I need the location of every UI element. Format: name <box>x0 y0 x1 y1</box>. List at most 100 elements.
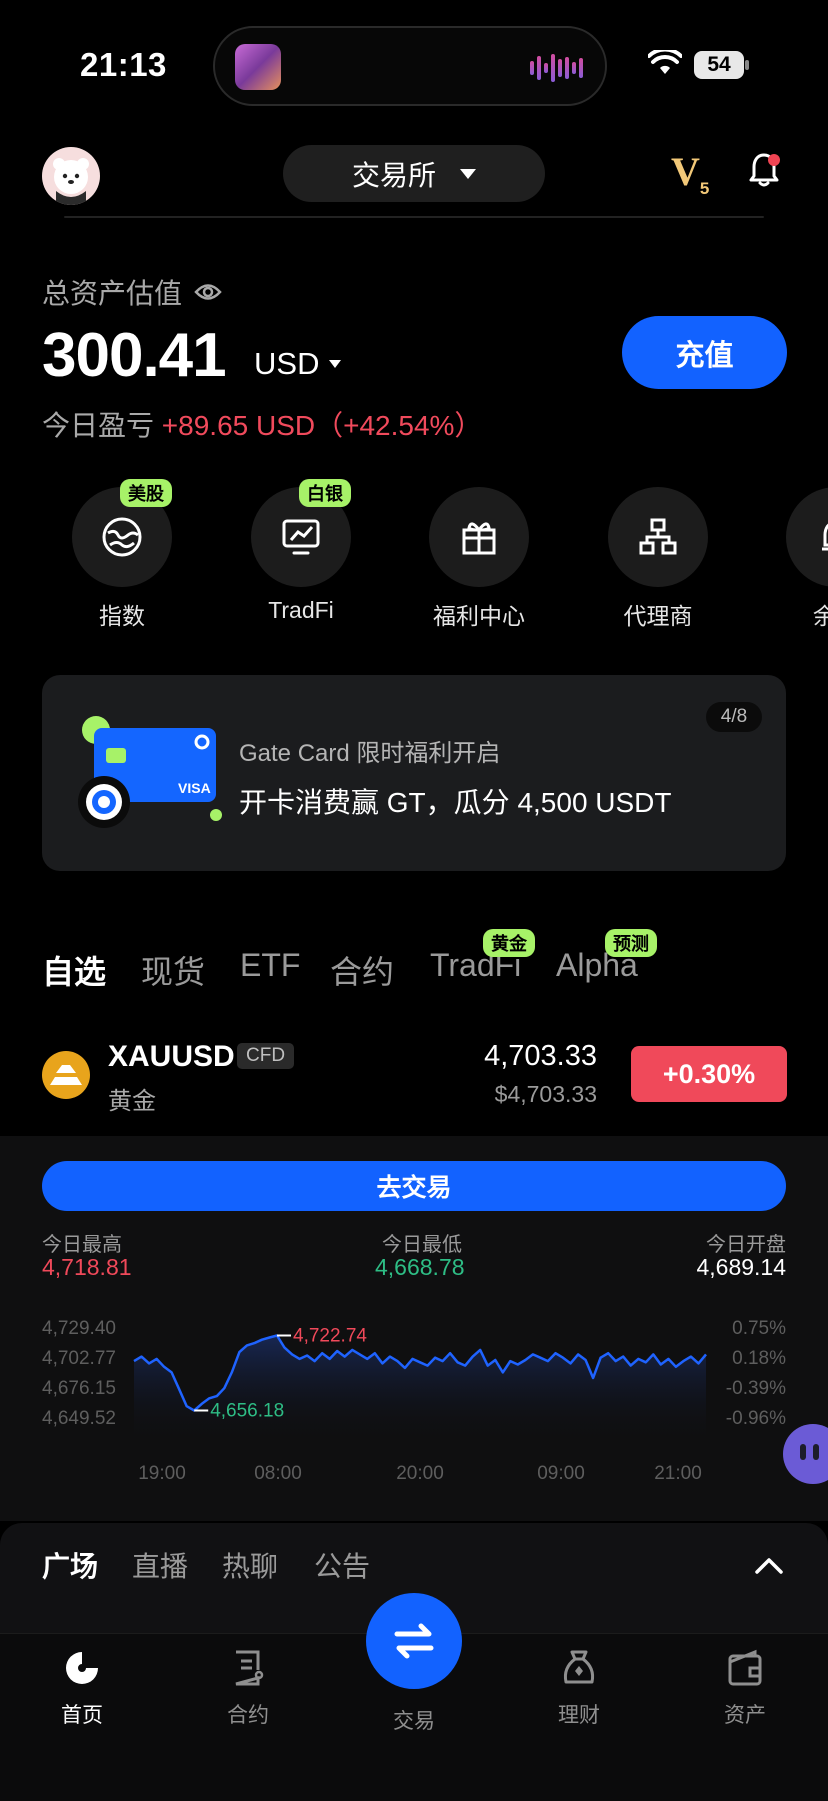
asset-symbol[interactable]: XAUUSD <box>108 1040 235 1074</box>
quick-entry-label: 福利中心 <box>433 603 525 629</box>
y-tick-label: 4,676.15 <box>42 1378 116 1399</box>
wallet-icon <box>728 1649 762 1686</box>
caret-down-icon <box>460 168 476 179</box>
quick-entry-index[interactable]: 美股 指数 <box>72 479 172 631</box>
quick-entry-tag: 美股 <box>120 479 172 507</box>
banner-title: 开卡消费赢 GT，瓜分 4,500 USDT <box>239 787 672 818</box>
asset-price: 4,703.33 <box>484 1040 597 1072</box>
low-value: 4,668.78 <box>375 1254 465 1280</box>
y-tick-label-pct: -0.39% <box>726 1378 786 1399</box>
y-tick-label-pct: 0.75% <box>732 1318 786 1339</box>
nav-home[interactable]: 首页 <box>27 1648 137 1729</box>
pnl-label: 今日盈亏 <box>42 410 155 441</box>
cfd-badge: CFD <box>237 1043 295 1069</box>
y-tick-label: 4,702.77 <box>42 1348 116 1369</box>
nav-contract[interactable]: 合约 <box>193 1648 303 1729</box>
quick-entry-rewards[interactable]: 福利中心 <box>429 487 529 631</box>
price-chart[interactable]: 4,729.40 4,702.77 4,676.15 4,649.52 0.75% 0.… <box>30 1310 800 1490</box>
tab-futures[interactable]: 合约 <box>330 947 394 993</box>
total-assets-value: 300.41 <box>42 321 227 390</box>
gift-icon <box>462 522 496 555</box>
total-assets-text: 总资产估值 <box>42 278 183 309</box>
avatar[interactable] <box>42 147 100 205</box>
chevron-up-icon[interactable] <box>754 1557 784 1575</box>
y-tick-label-pct: -0.96% <box>726 1408 786 1429</box>
high-value: 4,718.81 <box>42 1254 132 1280</box>
quick-entry-tradfi[interactable]: 白银 TradFi <box>251 479 351 624</box>
quick-entry-label: 指数 <box>99 603 145 629</box>
asset-price-usd: $4,703.33 <box>494 1081 597 1107</box>
globe-icon <box>102 517 142 557</box>
quick-entry-label: TradFi <box>268 597 334 623</box>
home-icon <box>66 1652 98 1684</box>
gate-card-illustration: VISA <box>78 716 222 828</box>
dynamic-island[interactable] <box>213 26 607 106</box>
exchange-switcher[interactable]: 交易所 <box>283 145 545 202</box>
bell-icon <box>822 523 828 551</box>
header-divider <box>64 216 764 218</box>
audio-wave-icon <box>530 54 583 82</box>
contract-icon <box>235 1650 264 1686</box>
nav-finance[interactable]: 理财 <box>524 1648 634 1729</box>
org-chart-icon <box>639 518 677 555</box>
tab-tag: 黄金 <box>483 929 535 957</box>
tab-live[interactable]: 直播 <box>132 1545 188 1585</box>
nav-label: 资产 <box>724 1704 766 1727</box>
tab-etf[interactable]: ETF <box>240 947 300 984</box>
vip-badge[interactable]: V5 <box>671 148 709 199</box>
battery-tip <box>745 60 749 70</box>
battery-indicator: 54 <box>694 51 744 79</box>
nav-label: 合约 <box>227 1704 269 1727</box>
vip-level: V <box>671 149 700 194</box>
quick-entry-label: 代理商 <box>623 603 693 629</box>
x-tick-label: 19:00 <box>138 1463 186 1484</box>
go-trade-button[interactable]: 去交易 <box>42 1161 786 1211</box>
tab-tag: 预测 <box>605 929 657 957</box>
nav-label: 交易 <box>393 1710 435 1733</box>
tab-hot-chat[interactable]: 热聊 <box>222 1545 278 1585</box>
tab-favorites[interactable]: 自选 <box>42 947 106 993</box>
high-label: 今日最高 <box>42 1234 122 1256</box>
eye-icon[interactable] <box>194 282 222 302</box>
chart-monitor-icon <box>282 519 320 555</box>
swap-icon <box>394 1623 434 1659</box>
low-label: 今日最低 <box>382 1234 462 1256</box>
x-tick-label: 20:00 <box>396 1463 444 1484</box>
y-tick-label: 4,729.40 <box>42 1318 116 1339</box>
tab-announcements[interactable]: 公告 <box>314 1545 370 1585</box>
chat-bubble-button[interactable] <box>783 1424 828 1484</box>
nav-assets[interactable]: 资产 <box>690 1648 800 1729</box>
open-label: 今日开盘 <box>706 1234 786 1256</box>
now-playing-artwork <box>235 44 281 90</box>
change-badge[interactable]: +0.30% <box>631 1046 787 1102</box>
quick-entry-more[interactable]: 余币 <box>786 487 828 631</box>
tab-square[interactable]: 广场 <box>42 1545 98 1585</box>
caret-down-icon <box>329 360 342 368</box>
asset-name: 黄金 <box>108 1088 156 1115</box>
max-price-label: 4,722.74 <box>293 1326 367 1347</box>
open-value: 4,689.14 <box>696 1254 786 1280</box>
tab-spot[interactable]: 现货 <box>141 947 205 993</box>
chart-area <box>134 1335 706 1445</box>
pnl-value: +89.65 USD（+42.54%） <box>161 410 483 441</box>
banner-subtitle: Gate Card 限时福利开启 <box>239 740 501 767</box>
min-price-label: 4,656.18 <box>210 1400 284 1421</box>
daily-pnl: 今日盈亏 +89.65 USD（+42.54%） <box>42 404 482 444</box>
x-tick-label: 08:00 <box>254 1463 302 1484</box>
deposit-button[interactable]: 充值 <box>622 316 787 389</box>
nav-label: 理财 <box>558 1704 600 1727</box>
x-tick-label: 09:00 <box>537 1463 585 1484</box>
finance-icon <box>563 1650 595 1684</box>
quick-entry-agent[interactable]: 代理商 <box>608 487 708 631</box>
exchange-label: 交易所 <box>351 159 436 191</box>
nav-trade-button[interactable] <box>366 1593 462 1689</box>
wifi-icon <box>648 50 682 74</box>
currency-label: USD <box>254 346 320 381</box>
total-assets-label: 总资产估值 <box>42 272 222 312</box>
x-tick-label: 21:00 <box>654 1463 702 1484</box>
y-tick-label: 4,649.52 <box>42 1408 116 1429</box>
currency-selector[interactable]: USD <box>254 346 342 382</box>
gold-bar-icon <box>42 1051 90 1099</box>
y-tick-label-pct: 0.18% <box>732 1348 786 1369</box>
status-time: 21:13 <box>80 46 167 83</box>
